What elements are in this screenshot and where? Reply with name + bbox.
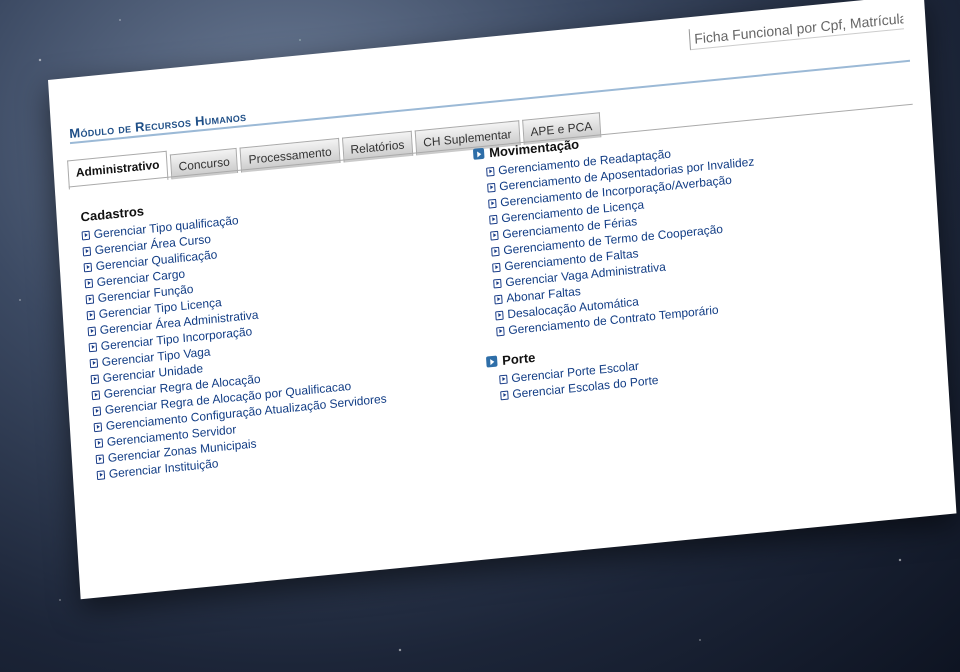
arrow-icon: [94, 437, 104, 448]
arrow-icon: [95, 453, 105, 464]
section-arrow-icon: [485, 355, 498, 368]
arrow-icon: [493, 278, 502, 289]
arrow-icon: [84, 278, 94, 288]
arrow-icon: [496, 326, 505, 336]
arrow-icon: [489, 214, 498, 225]
cadastros-list: Gerenciar Tipo qualificação Gerenciar Ár…: [81, 199, 390, 483]
arrow-icon: [494, 294, 503, 304]
arrow-icon: [500, 390, 509, 400]
arrow-icon: [492, 262, 501, 273]
section-arrow-icon: [472, 147, 485, 160]
ficha-funcional-search-input[interactable]: [688, 8, 904, 51]
arrow-icon: [85, 294, 95, 304]
app-panel: Módulo de Recursos Humanos Administrativ…: [48, 0, 957, 600]
arrow-icon: [81, 230, 91, 240]
page-title: Módulo de Recursos Humanos: [68, 108, 247, 142]
movimentacao-list: Gerenciamento de Readaptação Gerenciamen…: [474, 138, 764, 341]
arrow-icon: [92, 405, 102, 416]
arrow-icon: [89, 357, 99, 368]
arrow-icon: [488, 198, 497, 209]
arrow-icon: [86, 310, 96, 320]
arrow-icon: [499, 374, 508, 384]
arrow-icon: [486, 166, 495, 177]
arrow-icon: [487, 182, 496, 193]
tab-administrativo[interactable]: Administrativo: [67, 150, 169, 190]
arrow-icon: [96, 469, 106, 480]
arrow-icon: [90, 373, 100, 384]
porte-title: Porte: [501, 349, 536, 369]
arrow-icon: [491, 246, 500, 257]
arrow-icon: [88, 342, 98, 352]
arrow-icon: [93, 421, 103, 432]
movimentacao-porte-column: Movimentação Gerenciamento de Readaptaçã…: [472, 120, 768, 405]
arrow-icon: [87, 326, 97, 336]
cadastros-section: Cadastros Gerenciar Tipo qualificação Ge…: [80, 181, 390, 483]
arrow-icon: [91, 389, 101, 400]
arrow-icon: [490, 230, 499, 241]
arrow-icon: [82, 246, 92, 256]
arrow-icon: [83, 262, 93, 272]
arrow-icon: [495, 310, 504, 320]
